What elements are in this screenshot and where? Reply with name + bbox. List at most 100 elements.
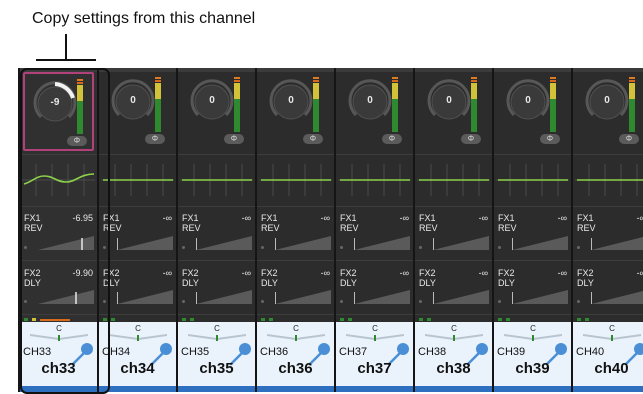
fx1-on-indicator[interactable]: [103, 246, 106, 249]
gain-section[interactable]: 0Φ: [577, 72, 643, 149]
fx1-on-indicator[interactable]: [577, 246, 580, 249]
fx2-on-indicator[interactable]: [182, 300, 185, 303]
phase-button[interactable]: Φ: [224, 134, 244, 144]
fx1-on-indicator[interactable]: [261, 246, 264, 249]
fx2-on-indicator[interactable]: [419, 300, 422, 303]
pan-control[interactable]: C: [500, 324, 566, 342]
fx1-on-indicator[interactable]: [419, 246, 422, 249]
gain-section[interactable]: 0Φ: [103, 72, 172, 149]
channel-name-block[interactable]: C CH37 ch37: [336, 322, 413, 386]
channel-name-block[interactable]: C CH36 ch36: [257, 322, 334, 386]
meter-segment: [234, 80, 240, 82]
phase-button[interactable]: Φ: [145, 134, 165, 144]
phase-button[interactable]: Φ: [619, 134, 639, 144]
channel-number: CH40: [576, 346, 605, 358]
meter-segment: [392, 80, 398, 82]
gain-section[interactable]: 0Φ: [419, 72, 488, 149]
phase-button[interactable]: Φ: [303, 134, 323, 144]
gain-section[interactable]: 0Φ: [498, 72, 567, 149]
eq-graph[interactable]: [22, 160, 95, 200]
fx2-send-level[interactable]: [275, 290, 331, 304]
fx2-send-level[interactable]: [117, 290, 173, 304]
channel-name-block[interactable]: C CH33 ch33: [20, 322, 97, 386]
fx1-send-level[interactable]: [196, 236, 252, 250]
eq-graph[interactable]: [101, 160, 174, 200]
eq-graph[interactable]: [417, 160, 490, 200]
fx1-on-indicator[interactable]: [182, 246, 185, 249]
eq-graph[interactable]: [259, 160, 332, 200]
phase-button[interactable]: Φ: [461, 134, 481, 144]
eq-graph[interactable]: [338, 160, 411, 200]
fx1-send-level[interactable]: [38, 236, 94, 250]
fx1-send-level[interactable]: [117, 236, 173, 250]
level-meter: [471, 77, 477, 132]
pan-control[interactable]: C: [26, 324, 92, 342]
fx2-send-level[interactable]: [433, 290, 489, 304]
fx2-send-level[interactable]: [354, 290, 410, 304]
channel-number: CH33: [23, 346, 52, 358]
pan-control[interactable]: C: [263, 324, 329, 342]
channel-color-bar: [178, 386, 255, 392]
pan-control[interactable]: C: [342, 324, 408, 342]
fx2-type: DLY: [340, 278, 357, 288]
fx1-on-indicator[interactable]: [340, 246, 343, 249]
eq-graph[interactable]: [496, 160, 569, 200]
channel-name-block[interactable]: C CH35 ch35: [178, 322, 255, 386]
fx1-send-level[interactable]: [433, 236, 489, 250]
level-meter: [313, 77, 319, 132]
channel-name-block[interactable]: C CH40 ch40: [573, 322, 643, 386]
fx2-on-indicator[interactable]: [577, 300, 580, 303]
fx1-send-value: -∞: [478, 213, 488, 223]
fx2-send-level[interactable]: [591, 290, 643, 304]
fx2-send-level[interactable]: [512, 290, 568, 304]
meter-segment: [77, 85, 83, 101]
fx1-send-level[interactable]: [354, 236, 410, 250]
phase-button[interactable]: Φ: [540, 134, 560, 144]
eq-graph[interactable]: [180, 160, 253, 200]
fx2-send-value: -∞: [241, 268, 251, 278]
channel-color-bar: [336, 386, 413, 392]
fx2-send-level[interactable]: [196, 290, 252, 304]
divider: [415, 260, 492, 261]
gain-section[interactable]: -9 Φ: [23, 72, 94, 151]
channel-name-block[interactable]: C CH39 ch39: [494, 322, 571, 386]
channel-name-block[interactable]: C CH34 ch34: [99, 322, 176, 386]
fx2-on-indicator[interactable]: [24, 300, 27, 303]
channel-name-block[interactable]: C CH38 ch38: [415, 322, 492, 386]
send-level-bar: [103, 318, 115, 321]
fx1-type: REV: [103, 223, 122, 233]
channel-strip-ch36: 0 Φ FX1 REV -∞ FX2 DLY -∞ C CH36 ch36: [257, 68, 336, 392]
fx1-send-value: -∞: [162, 213, 172, 223]
phase-button[interactable]: Φ: [67, 136, 87, 146]
fx2-on-indicator[interactable]: [498, 300, 501, 303]
eq-graph[interactable]: [575, 160, 643, 200]
fx1-on-indicator[interactable]: [24, 246, 27, 249]
fx1-send-level[interactable]: [275, 236, 331, 250]
pan-control[interactable]: C: [579, 324, 643, 342]
fx2-on-indicator[interactable]: [261, 300, 264, 303]
gain-section[interactable]: 0Φ: [182, 72, 251, 149]
fx2-send-level[interactable]: [38, 290, 94, 304]
phase-button[interactable]: Φ: [382, 134, 402, 144]
fx2-on-indicator[interactable]: [103, 300, 106, 303]
fx1-send-level[interactable]: [591, 236, 643, 250]
gain-section[interactable]: 0Φ: [261, 72, 330, 149]
channel-strip-ch34: 0 Φ FX1 REV -∞ FX2 DLY -∞ C CH34 ch34: [99, 68, 178, 392]
fx1-send-value: -∞: [636, 213, 643, 223]
channel-number: CH38: [418, 346, 447, 358]
fx2-label: FX2: [577, 268, 594, 278]
meter-segment: [629, 80, 635, 82]
fx2-on-indicator[interactable]: [340, 300, 343, 303]
gain-value: 0: [209, 95, 215, 106]
channel-color-bar: [257, 386, 334, 392]
divider: [20, 206, 97, 207]
fx1-label: FX1: [340, 213, 357, 223]
fx1-on-indicator[interactable]: [498, 246, 501, 249]
pan-control[interactable]: C: [105, 324, 171, 342]
meter-peak: [392, 77, 398, 79]
gain-section[interactable]: 0Φ: [340, 72, 409, 149]
fx1-send-level[interactable]: [512, 236, 568, 250]
pan-control[interactable]: C: [421, 324, 487, 342]
fx1-label: FX1: [419, 213, 436, 223]
pan-control[interactable]: C: [184, 324, 250, 342]
